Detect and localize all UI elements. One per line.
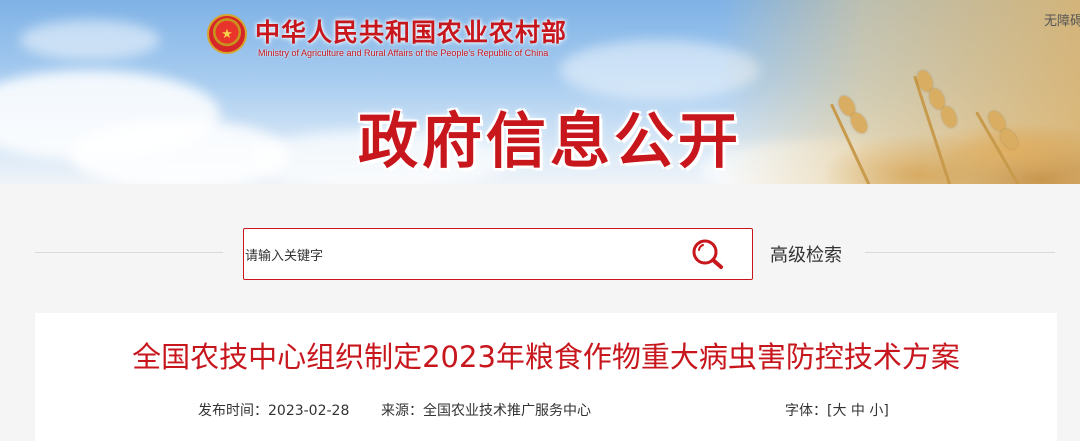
font-size-small-button[interactable]: 小 [869,403,883,419]
search-button[interactable] [688,234,728,274]
font-size-large-button[interactable]: 大 [832,403,846,419]
cloud-decoration [20,20,160,60]
search-box [243,228,753,280]
accessibility-link[interactable]: 无障碍 [1044,10,1080,29]
divider-right [865,252,1055,253]
font-size-label: 字体： [785,403,827,419]
section-title: 政府信息公开 [358,107,742,177]
article-card [35,313,1057,441]
font-size-control: 字体：[大 中 小] [785,400,889,420]
divider-left [35,252,223,253]
source-label: 来源： [381,403,423,419]
search-input[interactable] [245,245,665,265]
font-bracket-close: ] [883,403,889,419]
ministry-name-en: Ministry of Agriculture and Rural Affair… [258,48,549,58]
advanced-search-link[interactable]: 高级检索 [770,241,842,267]
source-value: 全国农业技术推广服务中心 [423,403,591,419]
publish-date: 发布时间：2023-02-28 [198,400,349,420]
search-icon [692,239,723,269]
article-title: 全国农技中心组织制定2023年粮食作物重大病虫害防控技术方案 [132,340,960,374]
ministry-name-cn[interactable]: 中华人民共和国农业农村部 [255,13,567,49]
header-banner: ★ 中华人民共和国农业农村部 Ministry of Agriculture a… [0,0,1080,184]
publish-date-label: 发布时间： [198,403,268,419]
publish-date-value: 2023-02-28 [268,403,350,419]
national-emblem-icon: ★ [207,14,247,54]
article-source: 来源：全国农业技术推广服务中心 [381,400,591,420]
font-size-medium-button[interactable]: 中 [851,403,865,419]
wheat-decoration [720,0,1080,184]
